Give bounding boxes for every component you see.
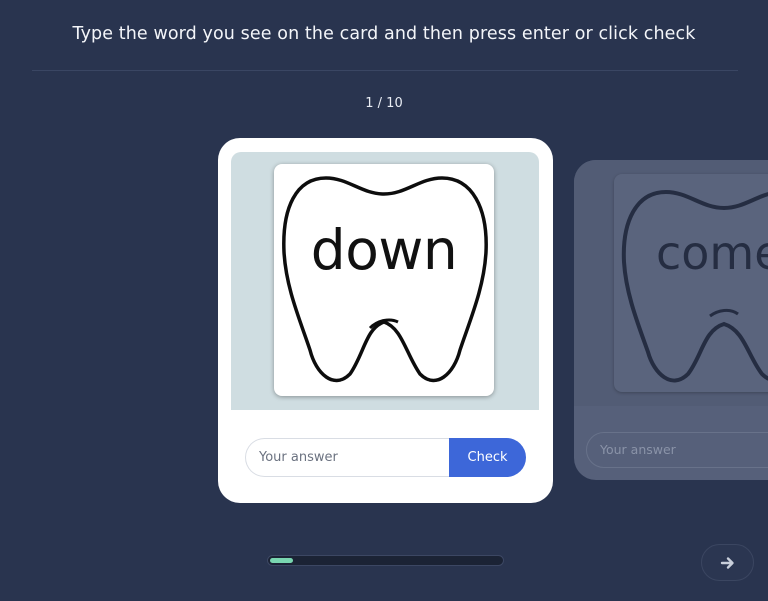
progress-bar (267, 555, 504, 566)
tooth-outline-icon (621, 189, 768, 383)
next-flashcard: come Your answer (574, 160, 768, 480)
progress-fill (270, 558, 294, 563)
header-divider (32, 70, 738, 71)
current-flashcard: down Check (218, 138, 553, 503)
answer-input[interactable] (245, 438, 471, 477)
instruction-text: Type the word you see on the card and th… (72, 24, 696, 44)
card-word: down (310, 218, 458, 282)
card-counter: 1 / 10 (365, 96, 403, 111)
arrow-right-icon (720, 556, 734, 569)
card-image: down (274, 164, 494, 396)
next-card-answer-placeholder: Your answer (586, 432, 768, 468)
answer-form: Check (245, 438, 526, 477)
next-card-word: come (656, 226, 768, 280)
next-card-image-area: come (574, 160, 768, 406)
check-button[interactable]: Check (449, 438, 526, 477)
next-button[interactable] (701, 544, 754, 581)
card-image-area: down (231, 152, 539, 410)
next-card-image: come (614, 174, 768, 392)
